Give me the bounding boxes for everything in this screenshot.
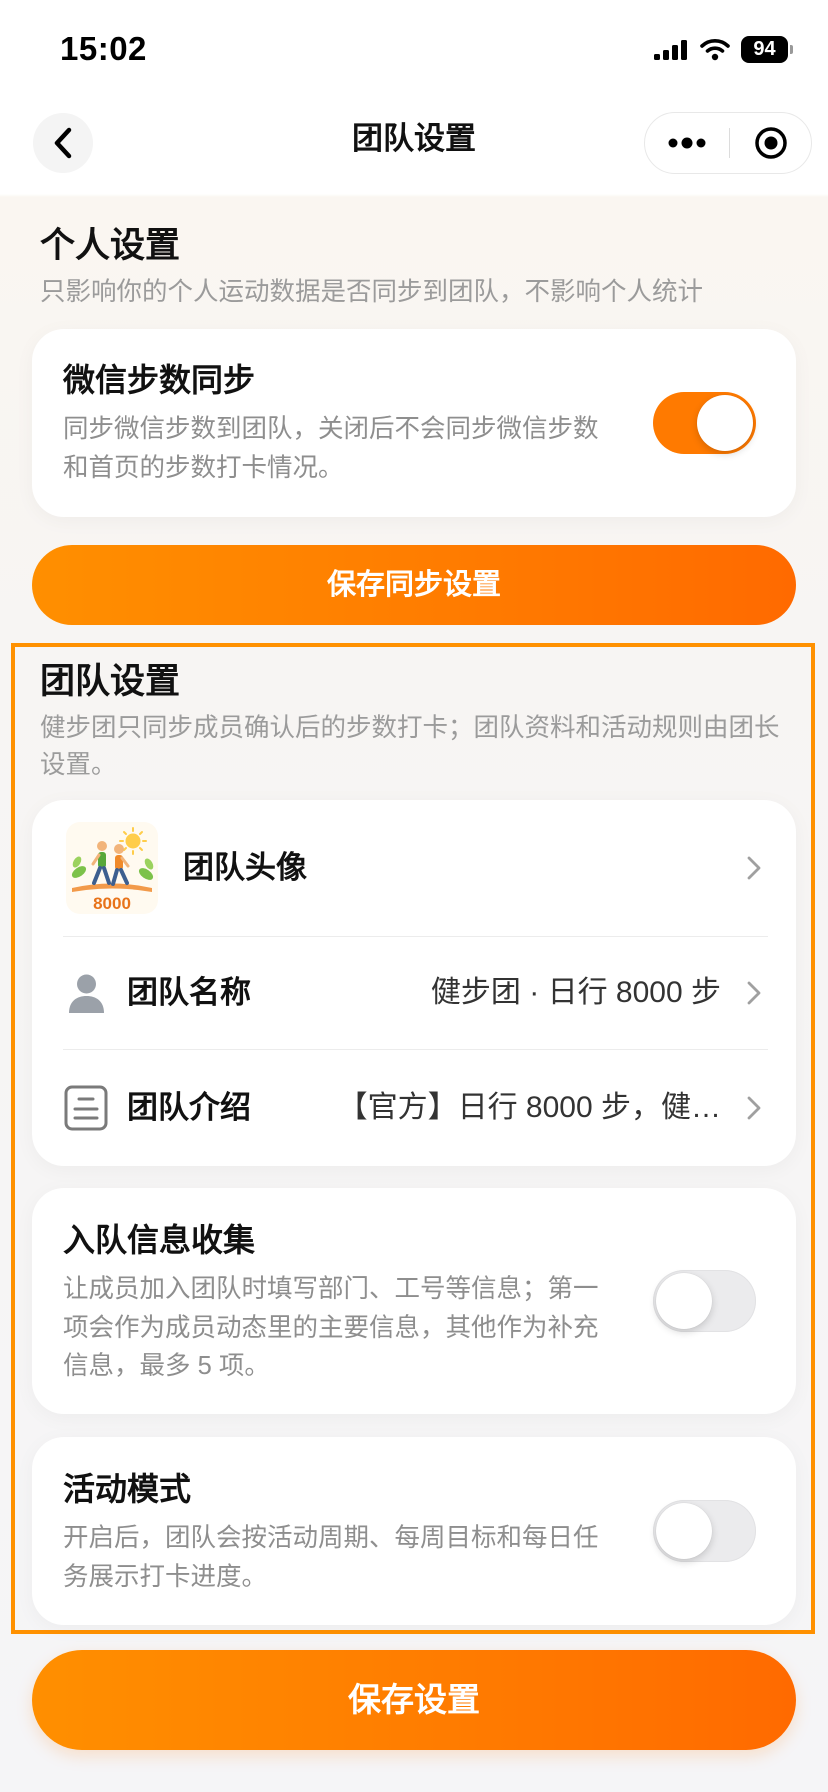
team-avatar-row[interactable]: 8000 团队头像 xyxy=(32,800,796,936)
team-avatar-label: 团队头像 xyxy=(183,850,307,885)
mini-program-capsule xyxy=(644,112,812,174)
join-info-title: 入队信息收集 xyxy=(63,1222,256,1258)
wifi-icon xyxy=(699,37,731,61)
team-intro-row[interactable]: 团队介绍 【官方】日行 8000 步，健… xyxy=(32,1050,796,1166)
status-time: 15:02 xyxy=(60,30,147,67)
wechat-sync-title: 微信步数同步 xyxy=(63,362,256,398)
save-settings-button[interactable]: 保存设置 xyxy=(32,1650,796,1750)
team-intro-value: 【官方】日行 8000 步，健… xyxy=(337,1091,721,1124)
team-name-value: 健步团 · 日行 8000 步 xyxy=(430,976,721,1009)
target-circle-icon xyxy=(754,127,787,159)
activity-mode-card: 活动模式 开启后，团队会按活动周期、每周目标和每日任务展示打卡进度。 xyxy=(32,1437,796,1625)
team-section-subtitle: 健步团只同步成员确认后的步数打卡；团队资料和活动规则由团长设置。 xyxy=(40,714,780,779)
close-mini-program-button[interactable] xyxy=(730,113,811,173)
activity-mode-title: 活动模式 xyxy=(63,1471,192,1507)
battery-icon: 94 xyxy=(741,36,788,63)
cellular-signal-icon xyxy=(654,40,688,60)
team-section-title: 团队设置 xyxy=(40,662,181,701)
document-icon xyxy=(63,1085,109,1131)
chevron-right-icon xyxy=(746,1095,762,1121)
team-name-label: 团队名称 xyxy=(127,975,251,1010)
wechat-sync-card: 微信步数同步 同步微信步数到团队，关闭后不会同步微信步数和首页的步数打卡情况。 xyxy=(32,329,796,517)
toggle-knob xyxy=(697,395,753,451)
toggle-knob xyxy=(656,1273,712,1329)
chevron-right-icon xyxy=(746,855,762,881)
back-button[interactable] xyxy=(33,113,93,173)
activity-mode-toggle[interactable] xyxy=(653,1500,756,1562)
wechat-sync-description: 同步微信步数到团队，关闭后不会同步微信步数和首页的步数打卡情况。 xyxy=(63,415,599,482)
person-icon xyxy=(63,973,109,1013)
save-sync-settings-button[interactable]: 保存同步设置 xyxy=(32,545,796,625)
team-avatar-image: 8000 xyxy=(66,822,158,914)
page-title: 团队设置 xyxy=(352,121,476,156)
chevron-left-icon xyxy=(54,127,72,159)
more-dots-icon xyxy=(668,137,706,149)
personal-section-title: 个人设置 xyxy=(40,226,181,265)
battery-nub xyxy=(790,45,793,54)
team-profile-card: 8000 团队头像 团队名称 健步团 · 日行 8000 步 团队介绍 【官方】… xyxy=(32,800,796,1166)
more-button[interactable] xyxy=(645,113,729,173)
join-info-description: 让成员加入团队时填写部门、工号等信息；第一项会作为成员动态里的主要信息，其他作为… xyxy=(63,1275,599,1380)
team-name-row[interactable]: 团队名称 健步团 · 日行 8000 步 xyxy=(32,937,796,1049)
avatar-badge-text: 8000 xyxy=(93,894,131,913)
join-info-card: 入队信息收集 让成员加入团队时填写部门、工号等信息；第一项会作为成员动态里的主要… xyxy=(32,1188,796,1414)
toggle-knob xyxy=(656,1503,712,1559)
battery-level: 94 xyxy=(753,38,776,60)
wechat-sync-toggle[interactable] xyxy=(653,392,756,454)
team-intro-label: 团队介绍 xyxy=(127,1090,251,1125)
activity-mode-description: 开启后，团队会按活动周期、每周目标和每日任务展示打卡进度。 xyxy=(63,1524,599,1591)
personal-section-subtitle: 只影响你的个人运动数据是否同步到团队，不影响个人统计 xyxy=(40,278,704,306)
join-info-toggle[interactable] xyxy=(653,1270,756,1332)
chevron-right-icon xyxy=(746,980,762,1006)
